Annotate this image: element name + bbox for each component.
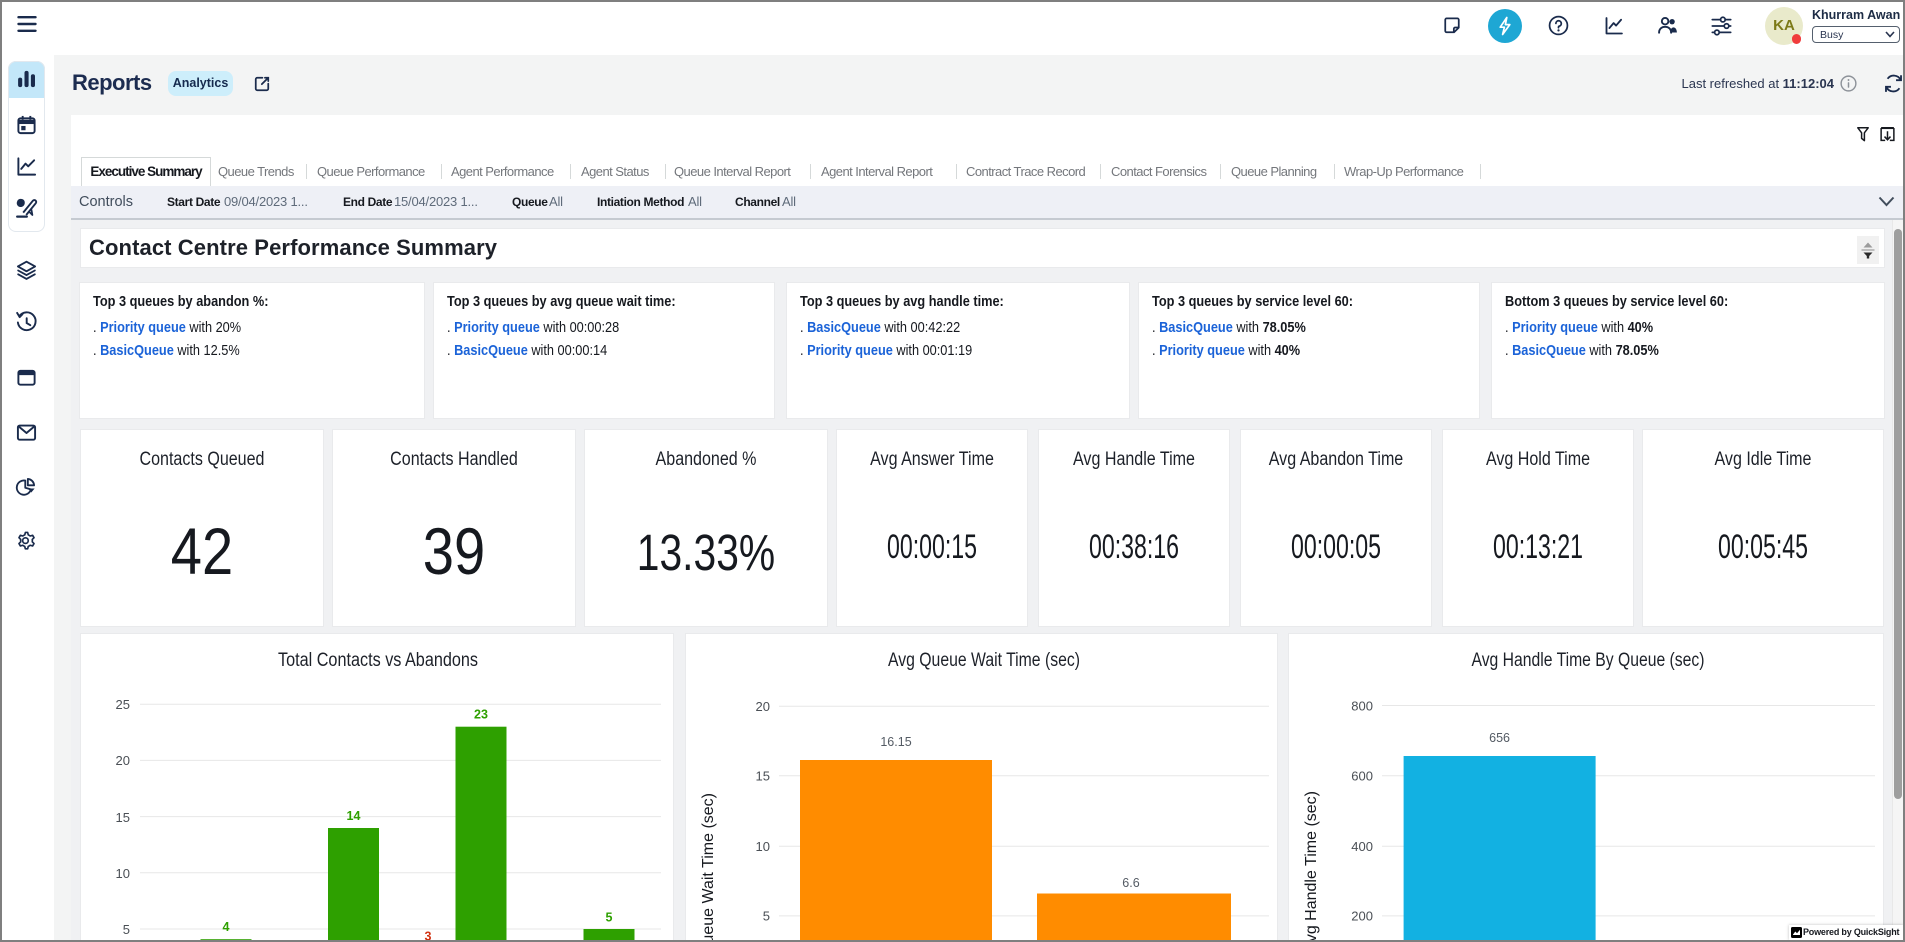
- svg-text:10: 10: [756, 839, 770, 854]
- svg-text:15: 15: [756, 769, 770, 784]
- svg-text:25: 25: [116, 697, 130, 712]
- svg-text:6.6: 6.6: [1122, 876, 1139, 890]
- svg-text:200: 200: [1351, 909, 1373, 924]
- svg-text:400: 400: [1351, 839, 1373, 854]
- svg-text:16.15: 16.15: [880, 735, 911, 749]
- svg-text:4: 4: [223, 920, 230, 934]
- svg-text:Avg Handle Time By Queue (sec): Avg Handle Time By Queue (sec): [1472, 650, 1705, 671]
- svg-text:5: 5: [606, 910, 613, 924]
- svg-text:14: 14: [347, 809, 361, 823]
- svg-text:Total Contacts vs Abandons: Total Contacts vs Abandons: [278, 650, 478, 671]
- svg-text:Avg Queue Wait Time (sec): Avg Queue Wait Time (sec): [700, 793, 717, 942]
- svg-text:5: 5: [123, 922, 130, 937]
- svg-text:10: 10: [116, 866, 130, 881]
- svg-text:600: 600: [1351, 769, 1373, 784]
- svg-text:Avg Handle Time (sec): Avg Handle Time (sec): [1303, 791, 1320, 942]
- svg-text:20: 20: [756, 699, 770, 714]
- svg-text:800: 800: [1351, 699, 1373, 714]
- svg-text:20: 20: [116, 753, 130, 768]
- svg-text:656: 656: [1489, 731, 1510, 745]
- svg-text:15: 15: [116, 810, 130, 825]
- svg-text:Avg Queue Wait Time (sec): Avg Queue Wait Time (sec): [888, 650, 1080, 671]
- svg-text:5: 5: [763, 909, 770, 924]
- svg-text:23: 23: [474, 708, 488, 722]
